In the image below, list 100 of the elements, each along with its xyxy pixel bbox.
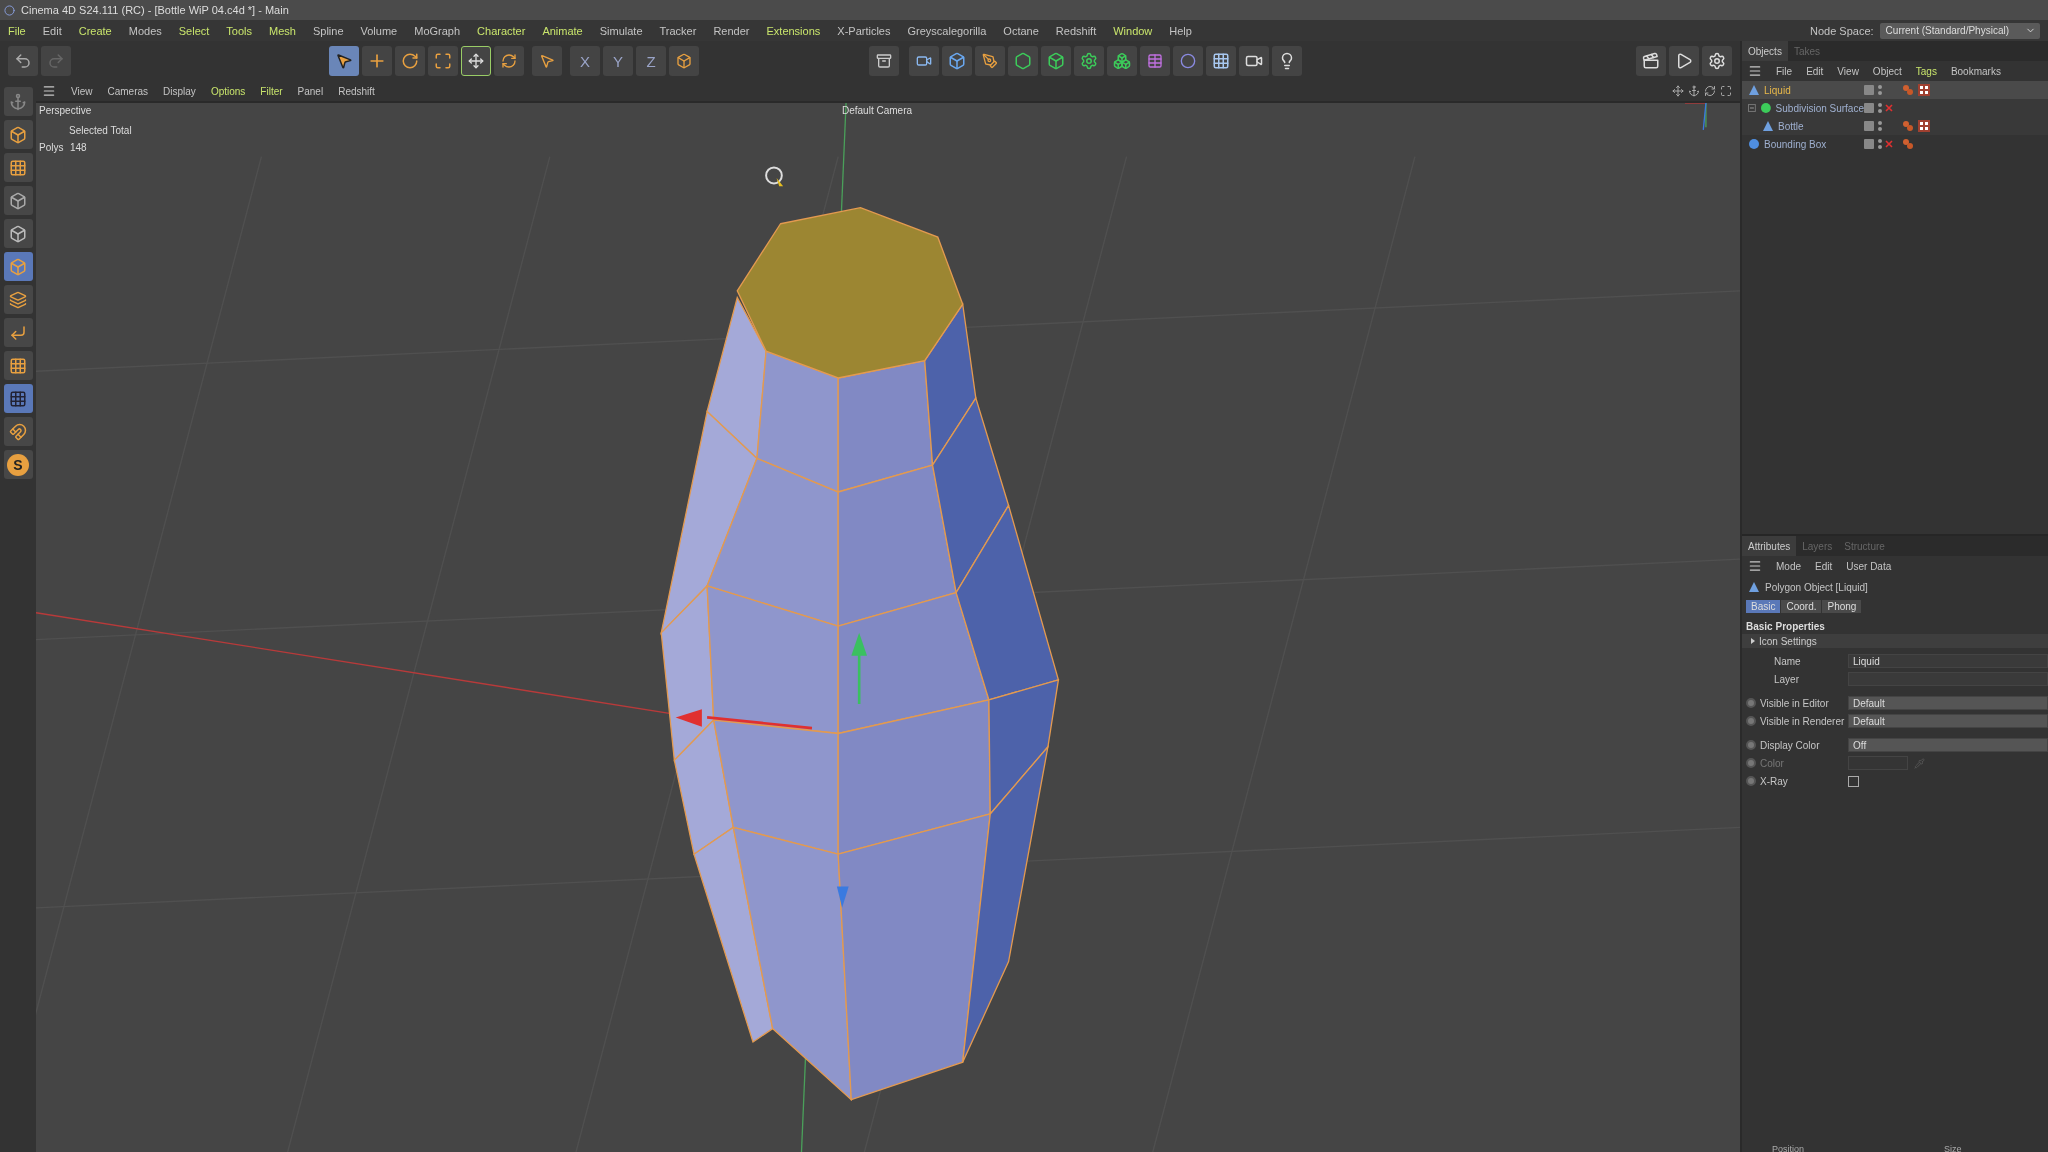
view-menu-item[interactable]: Panel bbox=[297, 85, 324, 97]
menu-item[interactable]: Tracker bbox=[659, 24, 697, 37]
menu-item[interactable]: Mesh bbox=[269, 24, 296, 37]
render-button[interactable] bbox=[1669, 46, 1699, 76]
axis-lock-button[interactable]: Y bbox=[603, 46, 633, 76]
cube-button[interactable] bbox=[942, 46, 972, 76]
light-button[interactable] bbox=[1272, 46, 1302, 76]
menu-item[interactable]: Character bbox=[477, 24, 526, 37]
menu-item[interactable]: Animate bbox=[542, 24, 583, 37]
axis-mode-button[interactable] bbox=[3, 318, 33, 347]
view-menu-item[interactable]: Display bbox=[163, 85, 196, 97]
object-row[interactable]: Subdivision Surface bbox=[1742, 99, 2048, 117]
menu-item[interactable]: MoGraph bbox=[414, 24, 461, 37]
view-menu-item[interactable]: Redshift bbox=[338, 85, 375, 97]
menu-item[interactable]: File bbox=[8, 24, 26, 37]
texture-mode-button[interactable] bbox=[3, 153, 33, 182]
group-header[interactable]: Icon Settings bbox=[1742, 634, 2048, 648]
menu-icon[interactable] bbox=[42, 84, 56, 98]
visibility-dots-icon[interactable] bbox=[1877, 84, 1882, 96]
rotate-tool-button[interactable] bbox=[395, 46, 425, 76]
visibility-dots-icon[interactable] bbox=[1877, 138, 1882, 150]
view-menu-item[interactable]: View bbox=[71, 85, 93, 97]
axis-lock-button[interactable]: X bbox=[570, 46, 600, 76]
checkbox[interactable] bbox=[1848, 775, 1859, 787]
panel-menu-item[interactable]: Edit bbox=[1815, 560, 1833, 572]
menu-item[interactable]: Extensions bbox=[766, 24, 821, 37]
menu-item[interactable]: X-Particles bbox=[837, 24, 891, 37]
uv-mode-button[interactable] bbox=[3, 285, 33, 314]
pen-button[interactable] bbox=[975, 46, 1005, 76]
object-row[interactable]: Bottle bbox=[1742, 117, 2048, 135]
menu-item[interactable]: Create bbox=[78, 24, 112, 37]
mograph-button[interactable] bbox=[1074, 46, 1104, 76]
select-tool-button[interactable] bbox=[329, 46, 359, 76]
grid-mode-button[interactable] bbox=[3, 384, 33, 413]
render-region-button[interactable] bbox=[869, 46, 899, 76]
menu-item[interactable]: Window bbox=[1113, 24, 1153, 37]
axis-lock-button[interactable]: Z bbox=[636, 46, 666, 76]
visibility-dots-icon[interactable] bbox=[1877, 120, 1882, 132]
camera-button[interactable] bbox=[1239, 46, 1269, 76]
pan-icon[interactable] bbox=[1672, 85, 1684, 97]
orbit-icon[interactable] bbox=[1704, 85, 1716, 97]
animate-radio[interactable] bbox=[1746, 740, 1756, 750]
move-tool-button[interactable] bbox=[362, 46, 392, 76]
menu-item[interactable]: Select bbox=[178, 24, 210, 37]
panel-menu-item[interactable]: Bookmarks bbox=[1950, 65, 2001, 77]
camera-view-button[interactable] bbox=[909, 46, 939, 76]
attribute-tab[interactable]: Coord. bbox=[1781, 600, 1822, 613]
menu-item[interactable]: Greyscalegorilla bbox=[907, 24, 987, 37]
scene-button[interactable] bbox=[1173, 46, 1203, 76]
transform-tool-button[interactable] bbox=[461, 46, 491, 76]
coordinate-system-button[interactable] bbox=[669, 46, 699, 76]
menu-item[interactable]: Modes bbox=[128, 24, 162, 37]
panel-menu-item[interactable]: View bbox=[1837, 65, 1859, 77]
edges-mode-button[interactable] bbox=[3, 219, 33, 248]
view-menu-item[interactable]: Filter bbox=[260, 85, 283, 97]
field-button[interactable] bbox=[1140, 46, 1170, 76]
deformer-button[interactable] bbox=[1041, 46, 1071, 76]
menu-item[interactable]: Tools bbox=[226, 24, 253, 37]
menu-item[interactable]: Edit bbox=[42, 24, 62, 37]
menu-icon[interactable] bbox=[1748, 559, 1762, 573]
workplane-mode-button[interactable] bbox=[3, 351, 33, 380]
model-mode-button[interactable] bbox=[3, 87, 33, 116]
floor-button[interactable] bbox=[1206, 46, 1236, 76]
animate-radio[interactable] bbox=[1746, 716, 1756, 726]
object-row[interactable]: Liquid bbox=[1742, 81, 2048, 99]
render-settings-button[interactable] bbox=[1702, 46, 1732, 76]
panel-menu-item[interactable]: Object bbox=[1872, 65, 1902, 77]
menu-item[interactable]: Help bbox=[1169, 24, 1192, 37]
maximize-icon[interactable] bbox=[1720, 85, 1732, 97]
animate-radio[interactable] bbox=[1746, 698, 1756, 708]
selection-tool-button[interactable] bbox=[532, 46, 562, 76]
menu-item[interactable]: Spline bbox=[312, 24, 344, 37]
menu-icon[interactable] bbox=[1748, 64, 1762, 78]
visibility-dots-icon[interactable] bbox=[1877, 102, 1882, 114]
dropdown-field[interactable]: Default bbox=[1848, 714, 2048, 728]
menu-item[interactable]: Octane bbox=[1003, 24, 1039, 37]
generator-button[interactable] bbox=[1008, 46, 1038, 76]
render-view-button[interactable] bbox=[1636, 46, 1666, 76]
magnet-mode-button[interactable] bbox=[3, 417, 33, 446]
panel-menu-item[interactable]: User Data bbox=[1846, 560, 1892, 572]
menu-item[interactable]: Render bbox=[713, 24, 750, 37]
object-mode-button[interactable] bbox=[3, 120, 33, 149]
cloner-button[interactable] bbox=[1107, 46, 1137, 76]
animate-radio[interactable] bbox=[1746, 776, 1756, 786]
points-mode-button[interactable] bbox=[3, 186, 33, 215]
viewport[interactable]: Perspective Default Camera Selected Total Polys 148 bbox=[36, 101, 1740, 1152]
view-menu-item[interactable]: Options bbox=[210, 85, 246, 97]
panel-menu-item[interactable]: Tags bbox=[1915, 65, 1937, 77]
undo-button[interactable] bbox=[8, 46, 38, 76]
text-field[interactable]: Liquid bbox=[1848, 654, 2048, 668]
collapse-icon[interactable] bbox=[1748, 104, 1756, 112]
panel-tab[interactable]: Attributes bbox=[1742, 536, 1797, 556]
recent-tool-button[interactable] bbox=[494, 46, 524, 76]
panel-menu-item[interactable]: File bbox=[1776, 65, 1793, 77]
menu-item[interactable]: Simulate bbox=[599, 24, 643, 37]
view-menu-item[interactable]: Cameras bbox=[107, 85, 149, 97]
panel-tab[interactable]: Objects bbox=[1742, 41, 1788, 61]
dropdown-field[interactable]: Default bbox=[1848, 696, 2048, 710]
panel-menu-item[interactable]: Edit bbox=[1806, 65, 1824, 77]
node-space-dropdown[interactable]: Current (Standard/Physical) bbox=[1879, 22, 2040, 39]
